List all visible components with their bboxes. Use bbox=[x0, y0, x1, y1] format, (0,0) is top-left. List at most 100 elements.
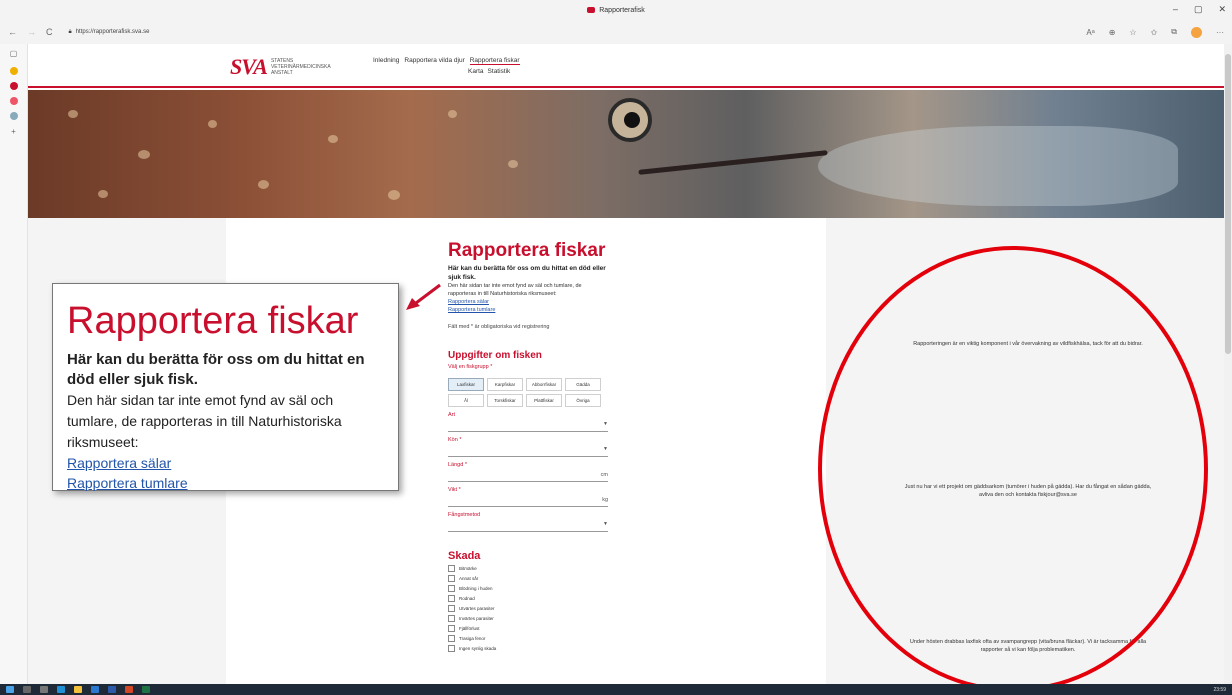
url-text: https://rapporterafisk.sva.se bbox=[75, 29, 150, 35]
powerpoint-icon[interactable] bbox=[125, 686, 133, 693]
close-button[interactable]: ✕ bbox=[1218, 4, 1226, 15]
checkbox[interactable] bbox=[448, 624, 455, 632]
damage-label: Fjällförlust bbox=[459, 625, 480, 631]
checkbox[interactable] bbox=[448, 574, 455, 582]
langd-input[interactable]: Längd * cm bbox=[448, 460, 608, 482]
globe-icon[interactable] bbox=[9, 112, 18, 120]
zoom-icon[interactable]: ⊕ bbox=[1109, 28, 1116, 37]
checkbox[interactable] bbox=[448, 594, 455, 602]
damage-option[interactable]: Rodnad bbox=[448, 594, 608, 602]
sva-logo[interactable]: SVA STATENS VETERINÄRMEDICINSKA ANSTALT bbox=[230, 54, 331, 80]
maximize-button[interactable]: ▢ bbox=[1194, 4, 1203, 15]
checkbox[interactable] bbox=[448, 564, 455, 572]
scrollbar-thumb[interactable] bbox=[1225, 54, 1231, 354]
add-icon[interactable]: + bbox=[0, 127, 27, 136]
required-note: Fält med * är obligatoriska vid registre… bbox=[448, 324, 550, 330]
nav-inledning[interactable]: Inledning bbox=[373, 57, 399, 65]
excel-icon[interactable] bbox=[142, 686, 150, 693]
damage-option[interactable]: Trasiga fenor bbox=[448, 634, 608, 642]
checkbox[interactable] bbox=[448, 634, 455, 642]
word-icon[interactable] bbox=[108, 686, 116, 693]
main-nav: Inledning Rapportera vilda djur Rapporte… bbox=[373, 57, 520, 65]
explorer-icon[interactable] bbox=[74, 686, 82, 693]
subnav-karta[interactable]: Karta bbox=[468, 68, 484, 75]
damage-option[interactable]: Ingen synlig skada bbox=[448, 644, 608, 652]
vikt-input[interactable]: Vikt * kg bbox=[448, 485, 608, 507]
report-form: Rapportera fiskar Här kan du berätta för… bbox=[448, 240, 608, 652]
back-icon[interactable]: ← bbox=[8, 27, 17, 37]
vikt-label: Vikt * bbox=[448, 487, 461, 493]
sub-nav: Karta Statistik bbox=[468, 68, 510, 75]
fangstmetod-select[interactable]: Fångstmetod ▼ bbox=[448, 510, 608, 532]
chevron-down-icon: ▼ bbox=[603, 446, 608, 452]
section-damage-title: Skada bbox=[448, 550, 481, 562]
link-rapportera-tumlare[interactable]: Rapportera tumlare bbox=[448, 306, 608, 314]
nav-rapportera-vilda-djur[interactable]: Rapportera vilda djur bbox=[404, 57, 464, 65]
refresh-icon[interactable]: C bbox=[46, 27, 53, 37]
outlook-icon[interactable] bbox=[91, 686, 99, 693]
section-fish-title: Uppgifter om fisken bbox=[448, 350, 542, 361]
chevron-down-icon: ▼ bbox=[603, 421, 608, 427]
group-abborrfiskar[interactable]: Abborrfiskar bbox=[526, 378, 562, 391]
damage-label: Bitmärke bbox=[459, 565, 477, 571]
callout-title: Rapportera fiskar bbox=[67, 300, 359, 342]
edge-icon[interactable] bbox=[57, 686, 65, 693]
callout-lead: Här kan du berätta för oss om du hittat … bbox=[67, 351, 365, 388]
art-label: Art bbox=[448, 412, 456, 418]
fish-app-icon[interactable] bbox=[9, 82, 18, 90]
group-laxfiskar[interactable]: Laxfiskar bbox=[448, 378, 484, 391]
kon-label: Kön * bbox=[448, 437, 462, 443]
nav-rapportera-fiskar[interactable]: Rapportera fiskar bbox=[469, 57, 520, 65]
group-torskfiskar[interactable]: Torskfiskar bbox=[487, 394, 523, 407]
damage-option[interactable]: Invärtes parasiter bbox=[448, 614, 608, 622]
profile-avatar[interactable] bbox=[1191, 26, 1202, 38]
group-plattfiskar[interactable]: Plattfiskar bbox=[526, 394, 562, 407]
browser-chrome: Rapporterafisk – ▢ ✕ ← → C 🔒︎ https://ra… bbox=[0, 0, 1232, 44]
link-rapportera-salar[interactable]: Rapportera sälar bbox=[448, 298, 608, 306]
fangstmetod-label: Fångstmetod bbox=[448, 512, 481, 518]
callout-link-salar[interactable]: Rapportera sälar bbox=[67, 453, 384, 473]
damage-label: Ingen synlig skada bbox=[459, 645, 497, 651]
chevron-down-icon: ▼ bbox=[603, 521, 608, 527]
damage-option[interactable]: Annat sår bbox=[448, 574, 608, 582]
group-gadda[interactable]: Gädda bbox=[565, 378, 601, 391]
forward-icon[interactable]: → bbox=[27, 27, 36, 37]
favorites-icon[interactable]: ✩ bbox=[1151, 28, 1158, 37]
windows-start-icon[interactable] bbox=[6, 686, 14, 693]
callout-intro: Den här sidan tar inte emot fynd av säl … bbox=[67, 392, 342, 450]
subnav-statistik[interactable]: Statistik bbox=[488, 68, 511, 75]
callout-link-tumlare[interactable]: Rapportera tumlare bbox=[67, 473, 384, 493]
minimize-button[interactable]: – bbox=[1173, 4, 1178, 15]
favorite-icon[interactable]: ☆ bbox=[1129, 28, 1136, 37]
art-select[interactable]: Art ▼ bbox=[448, 410, 608, 432]
damage-option[interactable]: Fjällförlust bbox=[448, 624, 608, 632]
app-icon[interactable] bbox=[9, 67, 18, 75]
more-icon[interactable]: ··· bbox=[1216, 28, 1224, 37]
vikt-unit: kg bbox=[602, 497, 608, 503]
kon-select[interactable]: Kön * ▼ bbox=[448, 435, 608, 457]
task-view-icon[interactable] bbox=[40, 686, 48, 693]
page-title: Rapportera fiskar bbox=[448, 240, 606, 261]
search-icon[interactable] bbox=[23, 686, 31, 693]
tabs-icon[interactable]: ▢ bbox=[0, 49, 27, 58]
group-al[interactable]: Ål bbox=[448, 394, 484, 407]
group-karpfiskar[interactable]: Karpfiskar bbox=[487, 378, 523, 391]
damage-label: Annat sår bbox=[459, 575, 479, 581]
address-bar[interactable]: 🔒︎ https://rapporterafisk.sva.se bbox=[69, 29, 150, 36]
checkbox[interactable] bbox=[448, 644, 455, 652]
collections-icon[interactable]: ⧉ bbox=[1171, 27, 1177, 37]
checkbox[interactable] bbox=[448, 604, 455, 612]
read-aloud-icon[interactable]: Aᵃ bbox=[1086, 28, 1094, 37]
logo-line-3: ANSTALT bbox=[270, 70, 293, 76]
tool-icon[interactable] bbox=[9, 97, 18, 105]
taskbar-clock[interactable]: 23:59 bbox=[1213, 687, 1226, 693]
damage-option[interactable]: Utvärtes parasiter bbox=[448, 604, 608, 612]
group-ovriga[interactable]: Övriga bbox=[565, 394, 601, 407]
checkbox[interactable] bbox=[448, 614, 455, 622]
page-scrollbar[interactable] bbox=[1224, 44, 1232, 684]
checkbox[interactable] bbox=[448, 584, 455, 592]
zoom-callout: Rapportera fiskar Här kan du berätta för… bbox=[52, 283, 399, 491]
tab-title[interactable]: Rapporterafisk bbox=[599, 7, 645, 14]
damage-option[interactable]: Blödning i huden bbox=[448, 584, 608, 592]
damage-option[interactable]: Bitmärke bbox=[448, 564, 608, 572]
